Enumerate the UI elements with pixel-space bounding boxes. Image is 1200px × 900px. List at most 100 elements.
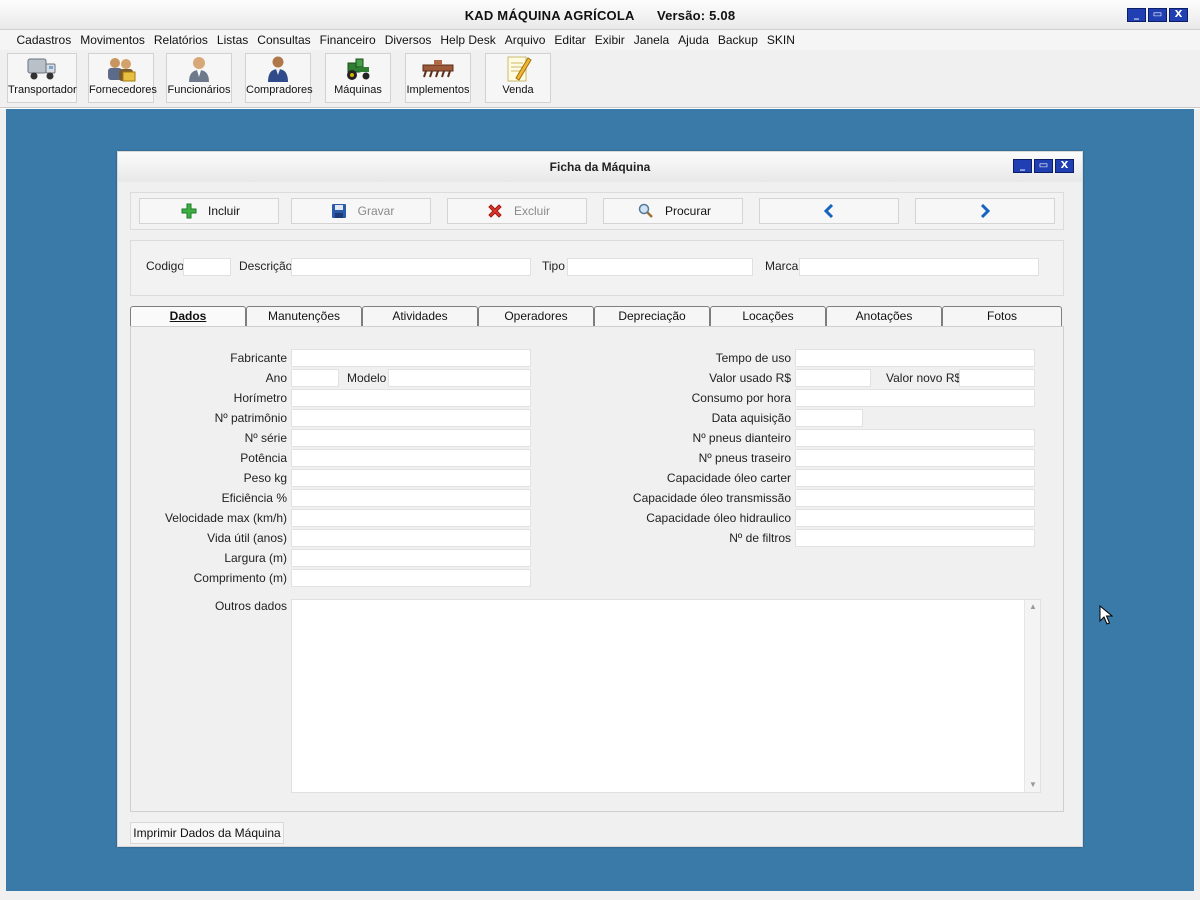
chevron-right-icon (974, 204, 996, 218)
next-record-button[interactable] (915, 198, 1055, 224)
employee-icon (167, 54, 231, 84)
outros-dados-textarea[interactable]: ▲ ▼ (291, 599, 1041, 793)
child-maximize-button[interactable]: ▭ (1034, 159, 1053, 173)
menu-consultas[interactable]: Consultas (253, 30, 315, 50)
gravar-button[interactable]: Gravar (291, 198, 431, 224)
toolbar-label: Máquinas (334, 84, 382, 96)
filtros-input[interactable] (795, 529, 1035, 547)
minimize-button[interactable]: _ (1127, 8, 1146, 22)
child-close-button[interactable]: X (1055, 159, 1074, 173)
ano-input[interactable] (291, 369, 339, 387)
menu-cadastros[interactable]: Cadastros (12, 30, 76, 50)
scroll-up-icon[interactable]: ▲ (1025, 600, 1041, 614)
valor-novo-label: Valor novo R$ (886, 371, 962, 385)
tempo-uso-input[interactable] (795, 349, 1035, 367)
menu-help-desk[interactable]: Help Desk (436, 30, 500, 50)
toolbar-compradores-button[interactable]: Compradores (245, 53, 313, 103)
toolbar-venda-button[interactable]: Venda (485, 53, 551, 103)
menu-arquivo[interactable]: Arquivo (500, 30, 550, 50)
toolbar-fornecedores-button[interactable]: Fornecedores (88, 53, 157, 103)
toolbar-label: Funcionários (167, 84, 231, 96)
tab-strip: Dados Manutenções Atividades Operadores … (130, 306, 1064, 327)
menu-skin[interactable]: SKIN (762, 30, 799, 50)
menu-relatorios[interactable]: Relatórios (149, 30, 212, 50)
toolbar-label: Venda (502, 84, 534, 96)
comprimento-label: Comprimento (m) (193, 571, 287, 585)
imprimir-dados-button[interactable]: Imprimir Dados da Máquina (130, 822, 284, 844)
eficiencia-input[interactable] (291, 489, 531, 507)
oleo-transmissao-input[interactable] (795, 489, 1035, 507)
save-icon (328, 203, 350, 219)
toolbar: Transportador Fornecedores Funcionários … (0, 50, 1200, 108)
toolbar-funcionarios-button[interactable]: Funcionários (166, 53, 232, 103)
potencia-input[interactable] (291, 449, 531, 467)
scroll-down-icon[interactable]: ▼ (1025, 778, 1041, 792)
tipo-input[interactable] (567, 258, 753, 276)
largura-input[interactable] (291, 549, 531, 567)
toolbar-implementos-button[interactable]: Implementos (405, 53, 471, 103)
toolbar-label: Fornecedores (89, 84, 157, 96)
vida-util-input[interactable] (291, 529, 531, 547)
tab-atividades[interactable]: Atividades (362, 306, 478, 326)
vertical-scrollbar[interactable]: ▲ ▼ (1024, 600, 1040, 792)
toolbar-transportador-button[interactable]: Transportador (7, 53, 77, 103)
tab-dados[interactable]: Dados (130, 306, 246, 327)
tab-depreciacao[interactable]: Depreciação (594, 306, 710, 326)
menu-editar[interactable]: Editar (550, 30, 590, 50)
truck-icon (8, 54, 76, 84)
fabricante-input[interactable] (291, 349, 531, 367)
valor-novo-input[interactable] (959, 369, 1035, 387)
oleo-transmissao-label: Capacidade óleo transmissão (632, 491, 791, 505)
patrimonio-input[interactable] (291, 409, 531, 427)
child-minimize-button[interactable]: _ (1013, 159, 1032, 173)
menu-movimentos[interactable]: Movimentos (76, 30, 150, 50)
consumo-hora-label: Consumo por hora (691, 391, 791, 405)
codigo-input[interactable] (183, 258, 231, 276)
menu-janela[interactable]: Janela (629, 30, 673, 50)
pneus-dianteiro-input[interactable] (795, 429, 1035, 447)
search-icon (635, 203, 657, 219)
toolbar-label: Transportador (8, 84, 77, 96)
serie-input[interactable] (291, 429, 531, 447)
ano-label: Ano (265, 371, 287, 385)
tab-anotacoes[interactable]: Anotações (826, 306, 942, 326)
maximize-button[interactable]: ▭ (1148, 8, 1167, 22)
pneus-traseiro-input[interactable] (795, 449, 1035, 467)
filtros-label: Nº de filtros (729, 531, 791, 545)
menu-backup[interactable]: Backup (713, 30, 762, 50)
tab-manutencoes[interactable]: Manutenções (246, 306, 362, 326)
plus-icon (178, 203, 200, 219)
tab-fotos[interactable]: Fotos (942, 306, 1062, 326)
excluir-button[interactable]: Excluir (447, 198, 587, 224)
close-button[interactable]: X (1169, 8, 1188, 22)
peso-input[interactable] (291, 469, 531, 487)
modelo-input[interactable] (388, 369, 531, 387)
incluir-button[interactable]: Incluir (139, 198, 279, 224)
procurar-button[interactable]: Procurar (603, 198, 743, 224)
descricao-input[interactable] (291, 258, 531, 276)
menu-financeiro[interactable]: Financeiro (315, 30, 380, 50)
toolbar-maquinas-button[interactable]: Máquinas (325, 53, 391, 103)
oleo-carter-label: Capacidade óleo carter (666, 471, 791, 485)
menu-diversos[interactable]: Diversos (380, 30, 436, 50)
oleo-carter-input[interactable] (795, 469, 1035, 487)
menu-exibir[interactable]: Exibir (590, 30, 629, 50)
oleo-hidraulico-input[interactable] (795, 509, 1035, 527)
serie-label: Nº série (244, 431, 287, 445)
child-titlebar[interactable]: Ficha da Máquina _ ▭ X (118, 152, 1082, 182)
tab-operadores[interactable]: Operadores (478, 306, 594, 326)
previous-record-button[interactable] (759, 198, 899, 224)
menu-listas[interactable]: Listas (212, 30, 252, 50)
tab-locacoes[interactable]: Locações (710, 306, 826, 326)
velocidade-label: Velocidade max (km/h) (164, 511, 287, 525)
valor-usado-input[interactable] (795, 369, 871, 387)
child-window-controls: _ ▭ X (1013, 159, 1074, 173)
fabricante-label: Fabricante (230, 351, 287, 365)
horimetro-input[interactable] (291, 389, 531, 407)
data-aquisicao-input[interactable] (795, 409, 863, 427)
menu-ajuda[interactable]: Ajuda (674, 30, 714, 50)
velocidade-input[interactable] (291, 509, 531, 527)
marca-input[interactable] (799, 258, 1039, 276)
consumo-hora-input[interactable] (795, 389, 1035, 407)
comprimento-input[interactable] (291, 569, 531, 587)
